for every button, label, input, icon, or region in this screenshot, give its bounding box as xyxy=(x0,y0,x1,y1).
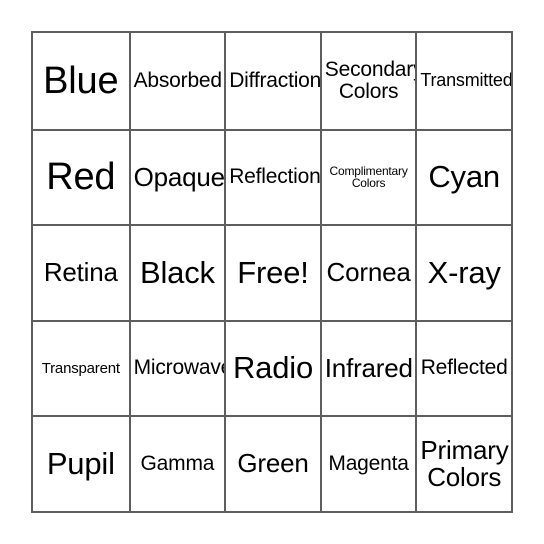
bingo-cell-label: Cyan xyxy=(428,158,500,194)
bingo-cell[interactable]: Transmitted xyxy=(415,33,511,129)
bingo-row: Red Opaque Reflection Complimentary Colo… xyxy=(33,128,511,225)
bingo-cell[interactable]: Opaque xyxy=(128,130,225,225)
bingo-cell[interactable]: Primary Colors xyxy=(415,417,511,511)
bingo-cell[interactable]: Pupil xyxy=(33,417,129,511)
bingo-cell[interactable]: X-ray xyxy=(415,226,511,320)
bingo-cell[interactable]: Magenta xyxy=(319,417,416,511)
bingo-cell[interactable]: Gamma xyxy=(128,417,225,511)
bingo-cell-label: Magenta xyxy=(328,452,409,476)
bingo-cell-label: Green xyxy=(237,448,309,479)
bingo-row: Pupil Gamma Green Magenta Primary Colors xyxy=(33,415,511,511)
bingo-cell[interactable]: Microwave xyxy=(128,321,225,416)
bingo-cell-label: Opaque xyxy=(133,161,225,192)
bingo-cell[interactable]: Red xyxy=(33,130,129,225)
bingo-cell[interactable]: Retina xyxy=(33,226,129,320)
bingo-cell-label: Primary Colors xyxy=(420,434,509,493)
bingo-cell-label: Reflection xyxy=(229,165,320,189)
bingo-cell[interactable]: Green xyxy=(224,417,320,511)
bingo-cell[interactable]: Black xyxy=(128,226,225,320)
bingo-cell-label: Microwave xyxy=(133,356,225,380)
bingo-cell[interactable]: Cyan xyxy=(415,130,511,225)
bingo-cell-label: Secondary Colors xyxy=(324,57,416,103)
bingo-cell-label: Cornea xyxy=(326,257,411,288)
bingo-cell[interactable]: Reflected xyxy=(415,321,511,416)
bingo-cell-label: Gamma xyxy=(140,452,215,476)
bingo-cell[interactable]: Blue xyxy=(33,33,129,129)
bingo-cell-label: X-ray xyxy=(427,254,501,290)
bingo-cell[interactable]: Complimentary Colors xyxy=(319,130,416,225)
bingo-cell-label: Retina xyxy=(43,257,118,288)
bingo-cell-label: Reflected xyxy=(420,356,508,380)
bingo-cell-label: Transparent xyxy=(41,359,120,377)
bingo-row: Retina Black Free! Cornea X-ray xyxy=(33,224,511,320)
bingo-cell-label: Black xyxy=(139,254,215,290)
bingo-cell[interactable]: Reflection xyxy=(224,130,320,225)
bingo-cell[interactable]: Transparent xyxy=(33,321,129,416)
bingo-cell-label: Absorbed xyxy=(133,68,222,92)
bingo-cell-label: Blue xyxy=(43,59,119,102)
bingo-free-space[interactable]: Free! xyxy=(224,226,320,320)
bingo-cell[interactable]: Secondary Colors xyxy=(319,33,416,129)
bingo-cell-label: Free! xyxy=(237,254,309,290)
bingo-card: Blue Absorbed Diffraction Secondary Colo… xyxy=(31,31,513,513)
bingo-cell-label: Red xyxy=(46,156,116,199)
bingo-cell-label: Infrared xyxy=(324,352,413,383)
bingo-cell[interactable]: Absorbed xyxy=(128,33,225,129)
bingo-cell[interactable]: Cornea xyxy=(319,226,416,320)
bingo-cell-label: Transmitted xyxy=(420,70,511,91)
bingo-row: Transparent Microwave Radio Infrared Ref… xyxy=(33,319,511,416)
bingo-cell-label: Diffraction xyxy=(229,68,320,92)
bingo-cell[interactable]: Radio xyxy=(224,321,320,416)
bingo-row: Blue Absorbed Diffraction Secondary Colo… xyxy=(33,33,511,129)
bingo-cell-label: Complimentary Colors xyxy=(329,163,408,191)
bingo-cell-label: Radio xyxy=(232,350,313,386)
bingo-cell[interactable]: Infrared xyxy=(319,321,416,416)
bingo-cell-label: Pupil xyxy=(46,445,115,481)
bingo-cell[interactable]: Diffraction xyxy=(224,33,320,129)
